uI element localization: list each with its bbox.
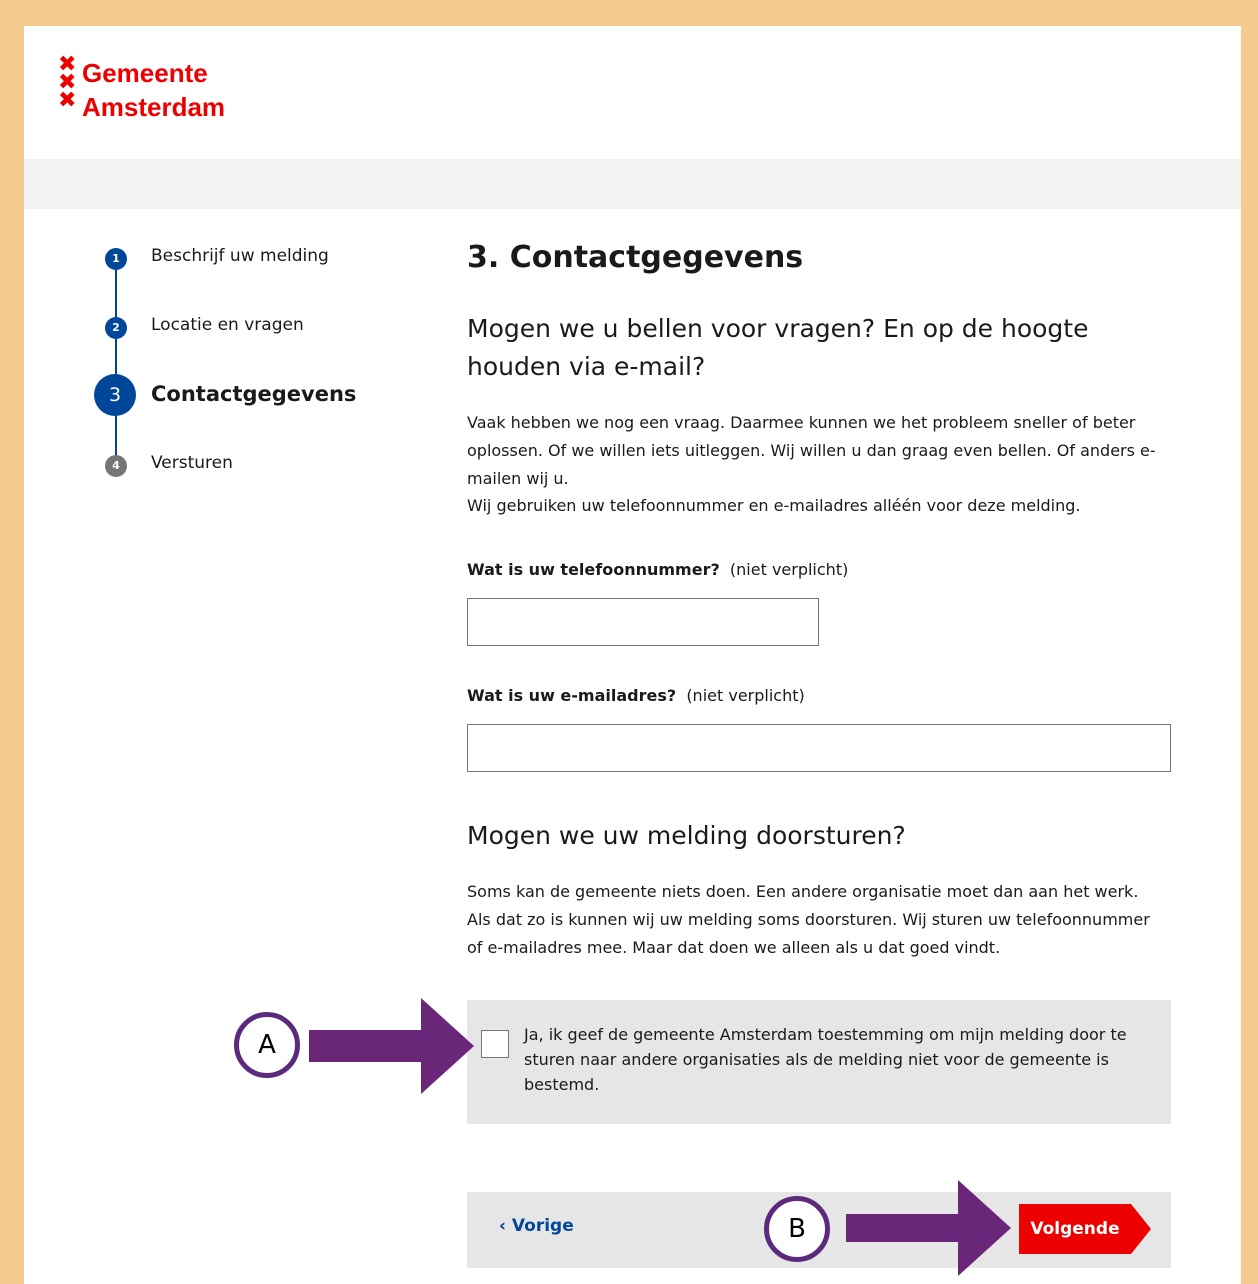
question-forward-heading: Mogen we uw melding doorsturen? [467, 821, 906, 850]
phone-input[interactable] [467, 598, 819, 646]
annotation-badge-a: A [234, 1012, 300, 1078]
email-optional: (niet verplicht) [686, 686, 805, 705]
email-label: Wat is uw e-mailadres? [467, 686, 677, 705]
logo-crosses: ✖ ✖ ✖ [58, 54, 78, 113]
consent-label[interactable]: Ja, ik geef de gemeente Amsterdam toeste… [524, 1022, 1154, 1097]
forward-text: Soms kan de gemeente niets doen. Een and… [467, 882, 1150, 957]
header-band [24, 159, 1241, 209]
step-number-3: 3 [94, 374, 136, 416]
logo-text: Gemeente Amsterdam [82, 56, 225, 124]
step-number-1: 1 [105, 248, 127, 270]
annotation-arrow-b [846, 1180, 1011, 1276]
question-call-heading: Mogen we u bellen voor vragen? En op de … [467, 314, 1089, 381]
logo-line-2: Amsterdam [82, 92, 226, 122]
phone-question: Wat is uw telefoonnummer? (niet verplich… [467, 560, 848, 579]
annotation-badge-b: B [764, 1196, 830, 1262]
previous-button[interactable]: ‹ Vorige [499, 1216, 574, 1236]
x-icon: ✖ [58, 88, 77, 113]
next-button[interactable]: Volgende [1019, 1204, 1131, 1254]
consent-checkbox[interactable] [481, 1030, 509, 1058]
phone-label: Wat is uw telefoonnummer? [467, 560, 720, 579]
next-button-arrow-tip [1131, 1204, 1151, 1254]
privacy-text: Wij gebruiken uw telefoonnummer en e-mai… [467, 496, 1081, 515]
step-label-3: Contactgegevens [151, 382, 357, 406]
page: ✖ ✖ ✖ Gemeente Amsterdam 1 Beschrijf uw … [24, 26, 1241, 1284]
annotation-arrow-a [309, 998, 474, 1094]
logo-line-1: Gemeente [82, 58, 208, 88]
step-label-4: Versturen [151, 453, 233, 473]
step-label-1: Beschrijf uw melding [151, 246, 329, 266]
page-title: 3. Contactgegevens [467, 240, 804, 275]
intro-text: Vaak hebben we nog een vraag. Daarmee ku… [467, 413, 1156, 488]
email-question: Wat is uw e-mailadres? (niet verplicht) [467, 686, 805, 705]
progress-stepper: 1 Beschrijf uw melding 2 Locatie en vrag… [94, 246, 424, 506]
step-number-2: 2 [105, 317, 127, 339]
email-input[interactable] [467, 724, 1171, 772]
consent-panel: Ja, ik geef de gemeente Amsterdam toeste… [467, 1000, 1171, 1124]
step-number-4: 4 [105, 455, 127, 477]
phone-optional: (niet verplicht) [729, 560, 849, 579]
step-label-2: Locatie en vragen [151, 315, 304, 335]
stepper-line [115, 258, 117, 468]
